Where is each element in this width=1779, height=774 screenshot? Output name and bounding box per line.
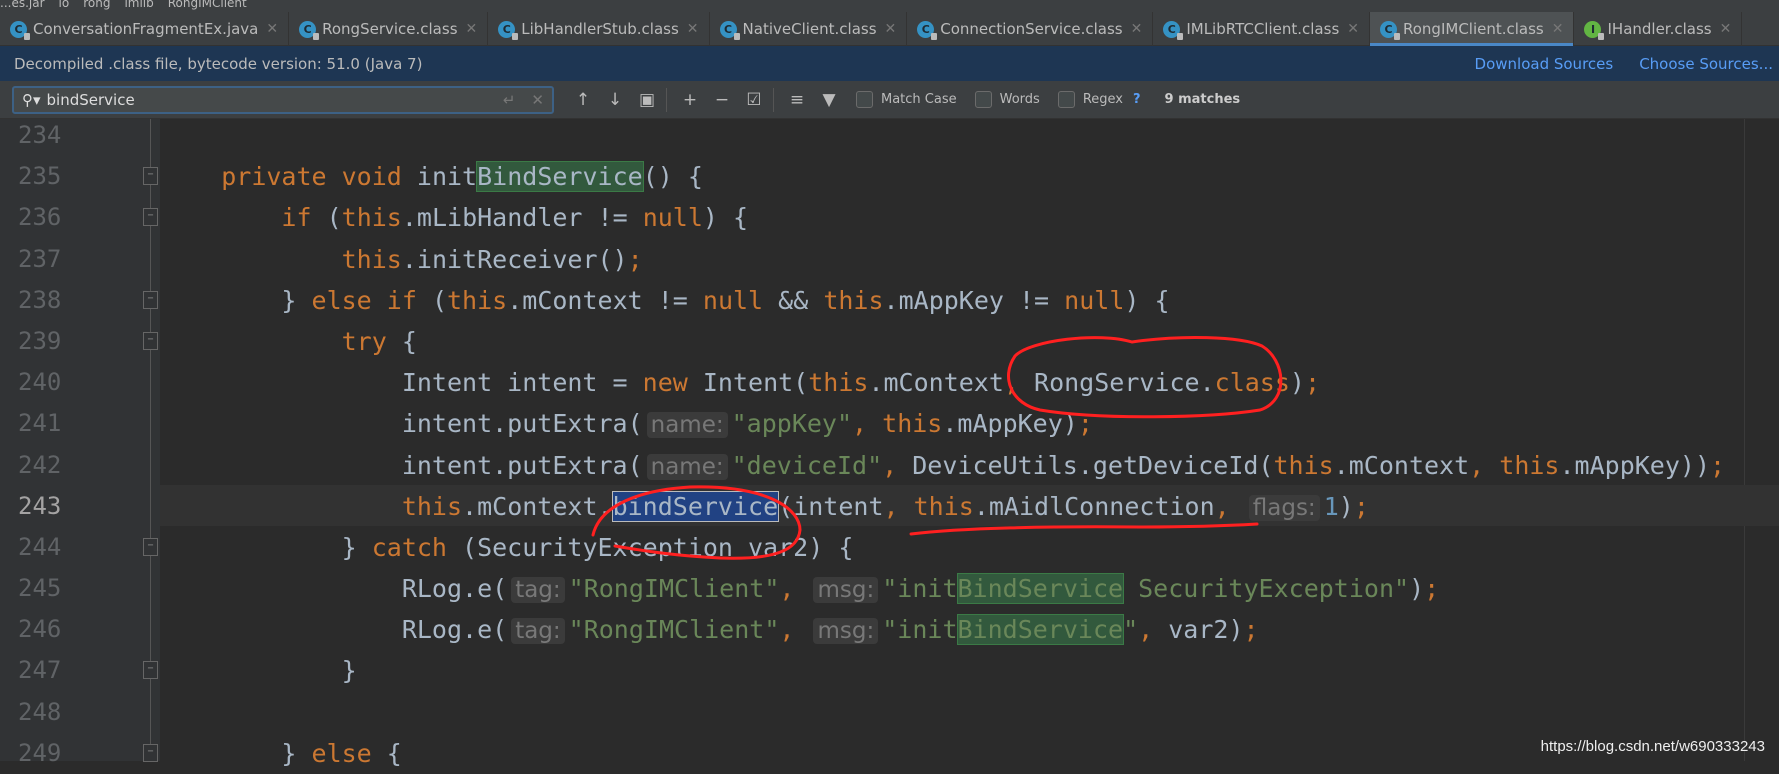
watermark: https://blog.csdn.net/w690333243 (1540, 738, 1765, 755)
annotation-underline (909, 522, 1259, 536)
annotation-circle-rongservice (1007, 335, 1283, 419)
annotation-circle-bindservice (591, 485, 802, 560)
red-annotations (591, 335, 1283, 560)
